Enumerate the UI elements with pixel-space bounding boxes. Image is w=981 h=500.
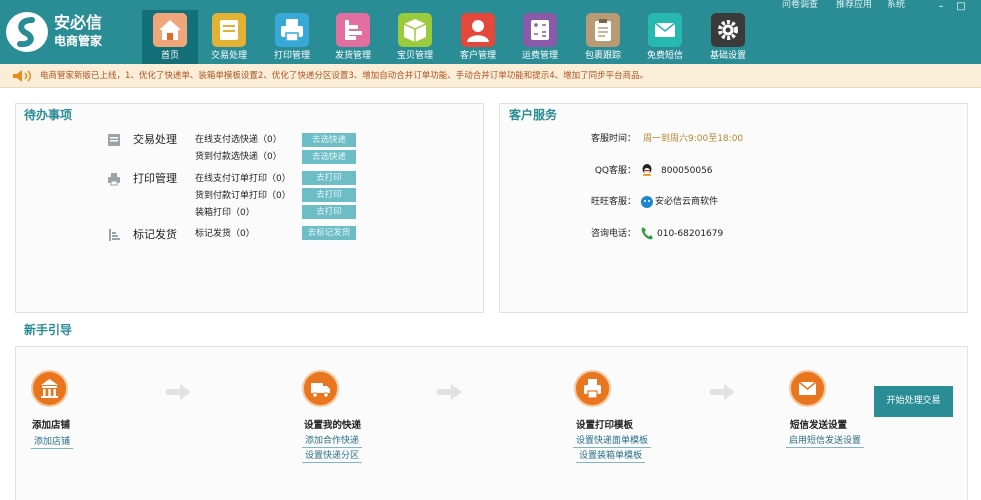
add-courier-link[interactable]: 添加合作快递 (302, 435, 363, 448)
top-toolbar: 安必信 电商管家 问卷调查 推荐应用 系统 – □ 首页 交易处理 打印管理 发… (0, 0, 981, 64)
start-processing-button[interactable]: 开始处理交易 (874, 386, 953, 417)
home-icon (153, 13, 187, 47)
maximize-button[interactable]: □ (954, 1, 968, 14)
guide-title: 新手引导 (24, 323, 73, 337)
todo-item-label: 在线支付选快递（0） (195, 135, 282, 145)
todo-category-label: 标记发货 (133, 228, 177, 241)
arrow-right-icon (710, 384, 735, 400)
nav-label-customers: 客户管理 (459, 51, 496, 61)
store-icon (31, 370, 68, 407)
add-store-link[interactable]: 添加店铺 (31, 436, 74, 449)
print-template-icon (574, 370, 611, 407)
todo-item-label: 货到付款选快递（0） (195, 152, 282, 162)
nav-label-freight: 运费管理 (521, 51, 558, 61)
truck-icon (302, 370, 339, 407)
nav-label-products: 宝贝管理 (396, 51, 433, 61)
service-hours-value: 周一到周六9:00至18:00 (643, 134, 744, 144)
brand-logo: 安必信 电商管家 (0, 0, 142, 64)
guide-step-title: 添加店铺 (32, 420, 71, 431)
nav-label-shipping: 发货管理 (334, 51, 371, 61)
print-cod-orders-button[interactable]: 去打印 (302, 188, 356, 202)
arrow-right-icon (166, 384, 191, 400)
mail-icon (648, 13, 682, 47)
wangwang-icon[interactable] (640, 195, 654, 209)
select-courier-online-button[interactable]: 去选快递 (302, 133, 356, 147)
shipping-icon (336, 13, 370, 47)
courier-zone-link[interactable]: 设置快递分区 (302, 450, 363, 463)
nav-label-print: 打印管理 (273, 51, 310, 61)
packing-template-link[interactable]: 设置装箱单模板 (576, 450, 646, 463)
print-online-orders-button[interactable]: 去打印 (302, 171, 356, 185)
calculator-icon (523, 13, 557, 47)
phone-icon (641, 227, 653, 240)
brand-name: 安必信 (54, 13, 103, 32)
nav-item-shipping[interactable]: 发货管理 (325, 10, 381, 64)
nav-item-settings[interactable]: 基础设置 (700, 10, 756, 64)
nav-label-home: 首页 (160, 51, 179, 61)
todo-category-print: 打印管理 (107, 171, 187, 187)
notice-text: 电商管家新版已上线，1、优化了快递单、装箱单模板设置2、优化了快递分区设置3、增… (40, 71, 649, 81)
todo-item-label: 标记发货（0） (195, 229, 255, 239)
guide-step-sms: 短信发送设置 启用短信发送设置 (775, 370, 975, 470)
todo-item-label: 在线支付订单打印（0） (195, 174, 291, 184)
service-title: 客户服务 (509, 108, 558, 122)
speaker-icon (13, 70, 31, 82)
todo-category-label: 打印管理 (133, 172, 177, 185)
service-qq-value[interactable]: 800050056 (661, 166, 713, 177)
select-courier-cod-button[interactable]: 去选快递 (302, 150, 356, 164)
app-window: 安必信 电商管家 问卷调查 推荐应用 系统 – □ 首页 交易处理 打印管理 发… (0, 0, 981, 500)
toplink-survey[interactable]: 问卷调查 (782, 0, 818, 10)
minimize-button[interactable]: – (934, 1, 948, 14)
gear-icon (711, 13, 745, 47)
guide-step-title: 设置打印模板 (576, 420, 634, 431)
toplink-system[interactable]: 系统 (887, 0, 905, 10)
service-phone-value: 010-68201679 (657, 229, 724, 239)
todo-item-label: 货到付款订单打印（0） (195, 191, 291, 201)
nav-item-home[interactable]: 首页 (142, 10, 198, 64)
waybill-template-link[interactable]: 设置快递面单模板 (573, 435, 652, 448)
nav-label-settings: 基础设置 (709, 51, 746, 61)
nav-item-customers[interactable]: 客户管理 (450, 10, 506, 64)
trade-icon (212, 13, 246, 47)
nav-item-tracking[interactable]: 包裹跟踪 (575, 10, 631, 64)
nav-item-products[interactable]: 宝贝管理 (387, 10, 443, 64)
todo-title: 待办事项 (24, 108, 73, 122)
nav-item-sms[interactable]: 免费短信 (637, 10, 693, 64)
arrow-right-icon (437, 384, 462, 400)
printer-icon (275, 13, 309, 47)
service-phone-label: 咨询电话： (590, 229, 636, 239)
enable-sms-link[interactable]: 启用短信发送设置 (786, 435, 865, 448)
print-packing-button[interactable]: 去打印 (302, 205, 356, 219)
todo-category-mark-shipped: 标记发货 (107, 227, 187, 243)
trade-small-icon (108, 134, 120, 146)
todo-category-trade: 交易处理 (107, 132, 187, 148)
guide-step-title: 设置我的快递 (304, 420, 362, 431)
clipboard-icon (586, 13, 620, 47)
mark-shipped-button[interactable]: 去标记发货 (302, 226, 356, 240)
brand-subtitle: 电商管家 (54, 34, 103, 48)
envelope-icon (789, 370, 826, 407)
nav-item-freight[interactable]: 运费管理 (512, 10, 568, 64)
box-icon (398, 13, 432, 47)
nav-item-print[interactable]: 打印管理 (264, 10, 320, 64)
nav-label-sms: 免费短信 (646, 51, 683, 61)
service-wangwang-value[interactable]: 安必信云商软件 (655, 197, 718, 208)
service-wangwang-label: 旺旺客服： (590, 197, 636, 207)
customer-icon (461, 13, 495, 47)
todo-category-label: 交易处理 (133, 133, 177, 146)
notice-bar: 电商管家新版已上线，1、优化了快递单、装箱单模板设置2、优化了快递分区设置3、增… (0, 64, 981, 88)
qq-icon[interactable] (640, 163, 654, 177)
logo-mark (6, 12, 48, 52)
nav-label-trade: 交易处理 (210, 51, 247, 61)
bars-small-icon (109, 229, 120, 241)
nav-item-trade[interactable]: 交易处理 (201, 10, 257, 64)
todo-item-label: 装箱打印（0） (195, 208, 255, 218)
nav-label-tracking: 包裹跟踪 (584, 51, 621, 61)
guide-step-title: 短信发送设置 (790, 420, 848, 431)
service-hours-label: 客服时间： (590, 134, 636, 144)
window-controls: – □ (932, 0, 980, 16)
toplink-apps[interactable]: 推荐应用 (836, 0, 872, 10)
service-qq-label: QQ客服： (594, 166, 636, 176)
printer-small-icon (108, 173, 120, 186)
